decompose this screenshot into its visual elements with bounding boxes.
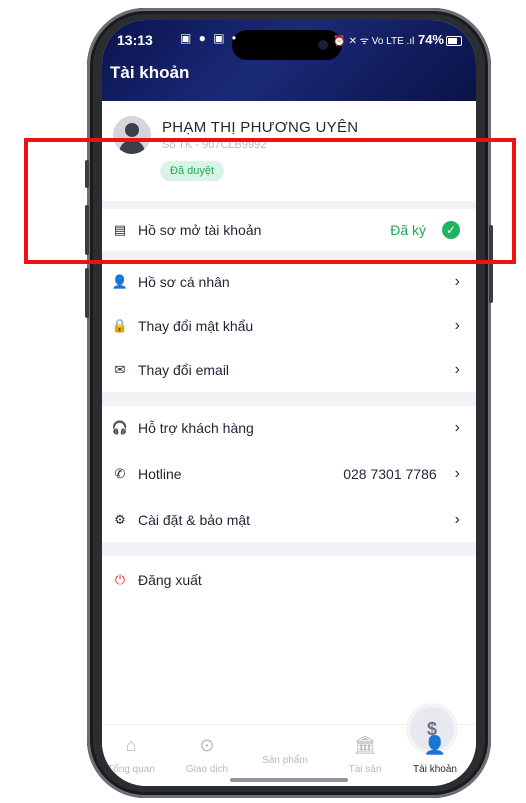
page-title: Tài khoản [110, 63, 190, 82]
logout-button[interactable]: ⏻ Đăng xuất [102, 558, 476, 602]
section-divider [102, 542, 476, 556]
tab-account[interactable]: 👤 Tài khoản [398, 725, 472, 777]
menu-item-label: Hồ sơ cá nhân [138, 274, 230, 290]
phone-side-button [85, 160, 89, 188]
document-icon: ▤ [113, 222, 127, 237]
menu-item-label: Cài đặt & bảo mật [138, 512, 251, 528]
mail-icon: ✉ [114, 362, 126, 377]
status-right: ⏰ ✕ ᯤ Vo LTE .ıl 74% [333, 32, 462, 47]
battery-icon [446, 35, 462, 46]
menu-item-settings-security[interactable]: ⚙ Cài đặt & bảo mật › [102, 498, 476, 542]
tab-assets[interactable]: 🏛 Tài sản [328, 725, 402, 777]
chevron-right-icon: › [454, 465, 460, 482]
menu-item-personal-profile[interactable]: 👤 Hồ sơ cá nhân › [102, 260, 476, 304]
menu-item-label: Hỗ trợ khách hàng [138, 420, 254, 436]
gear-icon: ⚙ [114, 512, 126, 527]
account-opening-label: Hồ sơ mở tài khoản [138, 222, 262, 238]
profile-name: PHẠM THỊ PHƯƠNG UYÊN [162, 119, 359, 136]
check-icon: ✓ [442, 221, 460, 239]
phone-screen: 13:13 ▣ ● ▣ • ⏰ ✕ ᯤ Vo LTE .ıl 74% Tài k… [102, 20, 476, 786]
status-time: 13:13 [117, 32, 153, 48]
app-header: 13:13 ▣ ● ▣ • ⏰ ✕ ᯤ Vo LTE .ıl 74% Tài k… [102, 20, 476, 101]
logout-label: Đăng xuất [138, 572, 202, 588]
tab-transactions[interactable]: ⊙ Giao dịch [170, 725, 244, 777]
battery-level: 74% [417, 32, 444, 47]
tab-label: Tài sản [348, 764, 382, 775]
status-badge: Đã duyệt [160, 161, 225, 181]
menu-item-customer-support[interactable]: 🎧 Hỗ trợ khách hàng › [102, 406, 476, 450]
account-icon: 👤 [423, 735, 447, 755]
chevron-right-icon: › [454, 361, 460, 378]
phone-power-button [489, 225, 493, 303]
signed-status: Đã ký [390, 222, 426, 238]
section-divider [102, 392, 476, 406]
tab-label: Tài khoản [413, 764, 457, 775]
lock-icon: 🔒 [111, 318, 129, 333]
section-divider [102, 201, 476, 209]
phone-volume-up-button [85, 205, 89, 255]
menu-item-change-password[interactable]: 🔒 Thay đổi mật khẩu › [102, 304, 476, 348]
profile-card: PHẠM THỊ PHƯƠNG UYÊN Số TK - 907CLB9992 … [102, 101, 476, 201]
hotline-number: 028 7301 7786 [343, 466, 437, 482]
system-icons: ⏰ ✕ ᯤ Vo LTE .ıl [333, 36, 415, 47]
account-opening-row[interactable]: ▤ Hồ sơ mở tài khoản Đã ký ✓ [102, 209, 476, 251]
chevron-right-icon: › [454, 317, 460, 334]
exchange-icon: ⊙ [199, 735, 215, 755]
tab-label: Giao dịch [185, 764, 229, 775]
user-icon: 👤 [111, 274, 129, 289]
home-icon: ⌂ [125, 735, 137, 755]
section-divider [102, 251, 476, 260]
menu-item-label: Thay đổi mật khẩu [138, 318, 254, 334]
chevron-right-icon: › [454, 419, 460, 436]
phone-icon: ✆ [114, 466, 126, 481]
menu-item-change-email[interactable]: ✉ Thay đổi email › [102, 348, 476, 392]
avatar [113, 116, 151, 154]
chevron-right-icon: › [454, 273, 460, 290]
tab-label: Tổng quan [107, 764, 155, 775]
dynamic-island [232, 30, 342, 60]
bank-icon: 🏛 [353, 735, 377, 755]
menu-item-label: Thay đổi email [138, 362, 230, 378]
power-icon: ⏻ [114, 572, 126, 587]
chevron-right-icon: › [454, 511, 460, 528]
home-indicator[interactable] [230, 778, 348, 782]
phone-volume-down-button [85, 268, 89, 318]
tab-overview[interactable]: ⌂ Tổng quan [102, 725, 168, 777]
notification-icons: ▣ ● ▣ • [180, 31, 239, 45]
menu-item-label: Hotline [138, 466, 182, 482]
account-number: Số TK - 907CLB9992 [162, 139, 267, 151]
menu-item-hotline[interactable]: ✆ Hotline 028 7301 7786 › [102, 452, 476, 496]
tab-label: Sản phẩm [262, 755, 308, 766]
bottom-tab-bar: ⌂ Tổng quan ⊙ Giao dịch $ Sản phẩm 🏛 Tài… [102, 707, 476, 786]
headset-icon: 🎧 [111, 420, 129, 435]
